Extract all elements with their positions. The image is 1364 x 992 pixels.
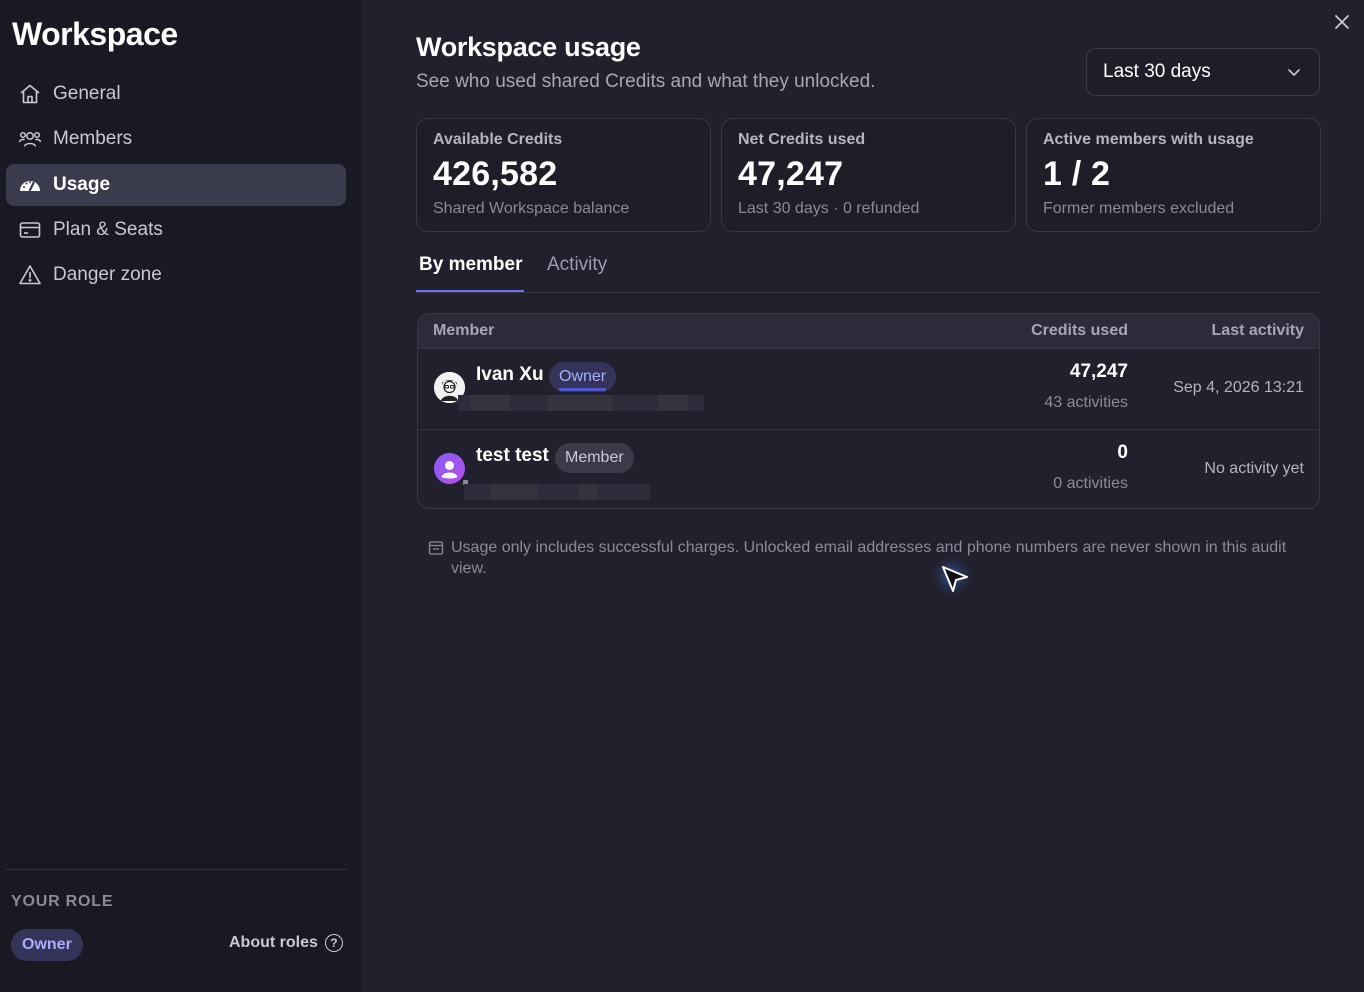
stat-value: 426,582 bbox=[433, 155, 558, 193]
about-roles-link[interactable]: About roles ? bbox=[229, 934, 343, 952]
active-tab-indicator bbox=[416, 290, 524, 292]
usage-note-text: Usage only includes successful charges. … bbox=[451, 539, 1287, 577]
usage-tabs: By member Activity bbox=[416, 250, 1320, 293]
sidebar-item-label: Members bbox=[53, 128, 133, 150]
stat-value: 47,247 bbox=[738, 155, 844, 193]
sidebar-item-plan-seats[interactable]: Plan & Seats bbox=[6, 209, 346, 251]
card-icon bbox=[17, 217, 43, 243]
table-header: Member Credits used Last activity bbox=[418, 314, 1319, 348]
stat-card-available-credits: Available Credits 426,582 Shared Workspa… bbox=[416, 118, 711, 232]
activity-count: 43 activities bbox=[1044, 394, 1128, 411]
sidebar-divider bbox=[6, 869, 347, 870]
sidebar-item-usage[interactable]: Usage bbox=[6, 163, 346, 206]
member-name: test test bbox=[476, 445, 549, 466]
sidebar-item-danger-zone[interactable]: Danger zone bbox=[6, 254, 346, 296]
credits-used-value: 0 bbox=[1117, 442, 1128, 463]
help-icon: ? bbox=[324, 934, 343, 952]
table-row[interactable]: Ivan Xu Owner 47,247 43 activities Sep 4… bbox=[418, 348, 1319, 429]
column-header-member[interactable]: Member bbox=[433, 322, 494, 340]
table-row[interactable]: test test Member 0 0 activities No activ… bbox=[418, 429, 1319, 508]
last-activity-value: Sep 4, 2026 13:21 bbox=[1173, 379, 1304, 396]
role-badge: Member bbox=[555, 443, 634, 473]
warning-icon bbox=[17, 262, 43, 288]
tab-activity[interactable]: Activity bbox=[544, 254, 610, 276]
stat-subtext: Last 30 days · 0 refunded bbox=[738, 200, 920, 217]
stat-label: Net Credits used bbox=[738, 131, 866, 148]
redacted-email bbox=[458, 395, 704, 411]
stat-label: Active members with usage bbox=[1043, 131, 1254, 148]
stat-subtext: Former members excluded bbox=[1043, 200, 1235, 217]
activity-count: 0 activities bbox=[1053, 475, 1128, 492]
sidebar: Workspace General Members Usage Plan & S… bbox=[0, 0, 361, 992]
stat-label: Available Credits bbox=[433, 131, 563, 148]
mouse-cursor bbox=[932, 556, 974, 596]
sidebar-item-label: Danger zone bbox=[53, 264, 162, 286]
stat-card-net-credits-used: Net Credits used 47,247 Last 30 days · 0… bbox=[721, 118, 1016, 232]
sidebar-item-label: Plan & Seats bbox=[53, 218, 163, 240]
credits-used-value: 47,247 bbox=[1069, 361, 1128, 382]
stat-value: 1 / 2 bbox=[1043, 155, 1111, 193]
page-title: Workspace usage bbox=[416, 32, 641, 62]
role-badge: Owner bbox=[549, 362, 617, 392]
column-header-last-activity[interactable]: Last activity bbox=[1212, 322, 1304, 340]
sidebar-item-label: General bbox=[53, 83, 121, 104]
home-icon bbox=[17, 81, 43, 107]
member-name: Ivan Xu bbox=[476, 364, 544, 385]
chevron-down-icon bbox=[1288, 69, 1300, 76]
about-roles-label: About roles bbox=[229, 934, 318, 951]
stat-subtext: Shared Workspace balance bbox=[433, 200, 630, 217]
members-icon bbox=[17, 126, 43, 152]
role-badge: Owner bbox=[11, 929, 83, 961]
column-header-credits-used[interactable]: Credits used bbox=[1031, 322, 1128, 340]
sidebar-nav: General Members Usage Plan & Seats Dange… bbox=[6, 73, 346, 299]
sidebar-item-members[interactable]: Members bbox=[6, 118, 346, 160]
receipt-icon bbox=[428, 541, 444, 555]
gauge-icon bbox=[17, 172, 43, 198]
your-role-label: YOUR ROLE bbox=[11, 893, 114, 910]
members-usage-table: Member Credits used Last activity Ivan X… bbox=[417, 313, 1320, 509]
close-button[interactable] bbox=[1331, 11, 1353, 33]
date-range-value: Last 30 days bbox=[1103, 61, 1211, 82]
user-avatar-icon bbox=[441, 461, 458, 479]
avatar bbox=[434, 453, 468, 485]
sidebar-item-label: Usage bbox=[53, 173, 111, 195]
date-range-select[interactable]: Last 30 days bbox=[1086, 48, 1320, 96]
tab-by-member[interactable]: By member bbox=[416, 254, 526, 276]
stat-card-active-members: Active members with usage 1 / 2 Former m… bbox=[1026, 118, 1321, 232]
close-icon bbox=[1335, 15, 1349, 29]
sidebar-item-general[interactable]: General bbox=[6, 73, 346, 115]
sidebar-title: Workspace bbox=[12, 16, 178, 52]
page-subtitle: See who used shared Credits and what the… bbox=[416, 71, 876, 92]
cursor-arrow-icon bbox=[942, 566, 968, 592]
redacted-email bbox=[464, 484, 650, 500]
usage-note: Usage only includes successful charges. … bbox=[428, 537, 1308, 579]
last-activity-value: No activity yet bbox=[1204, 460, 1304, 477]
